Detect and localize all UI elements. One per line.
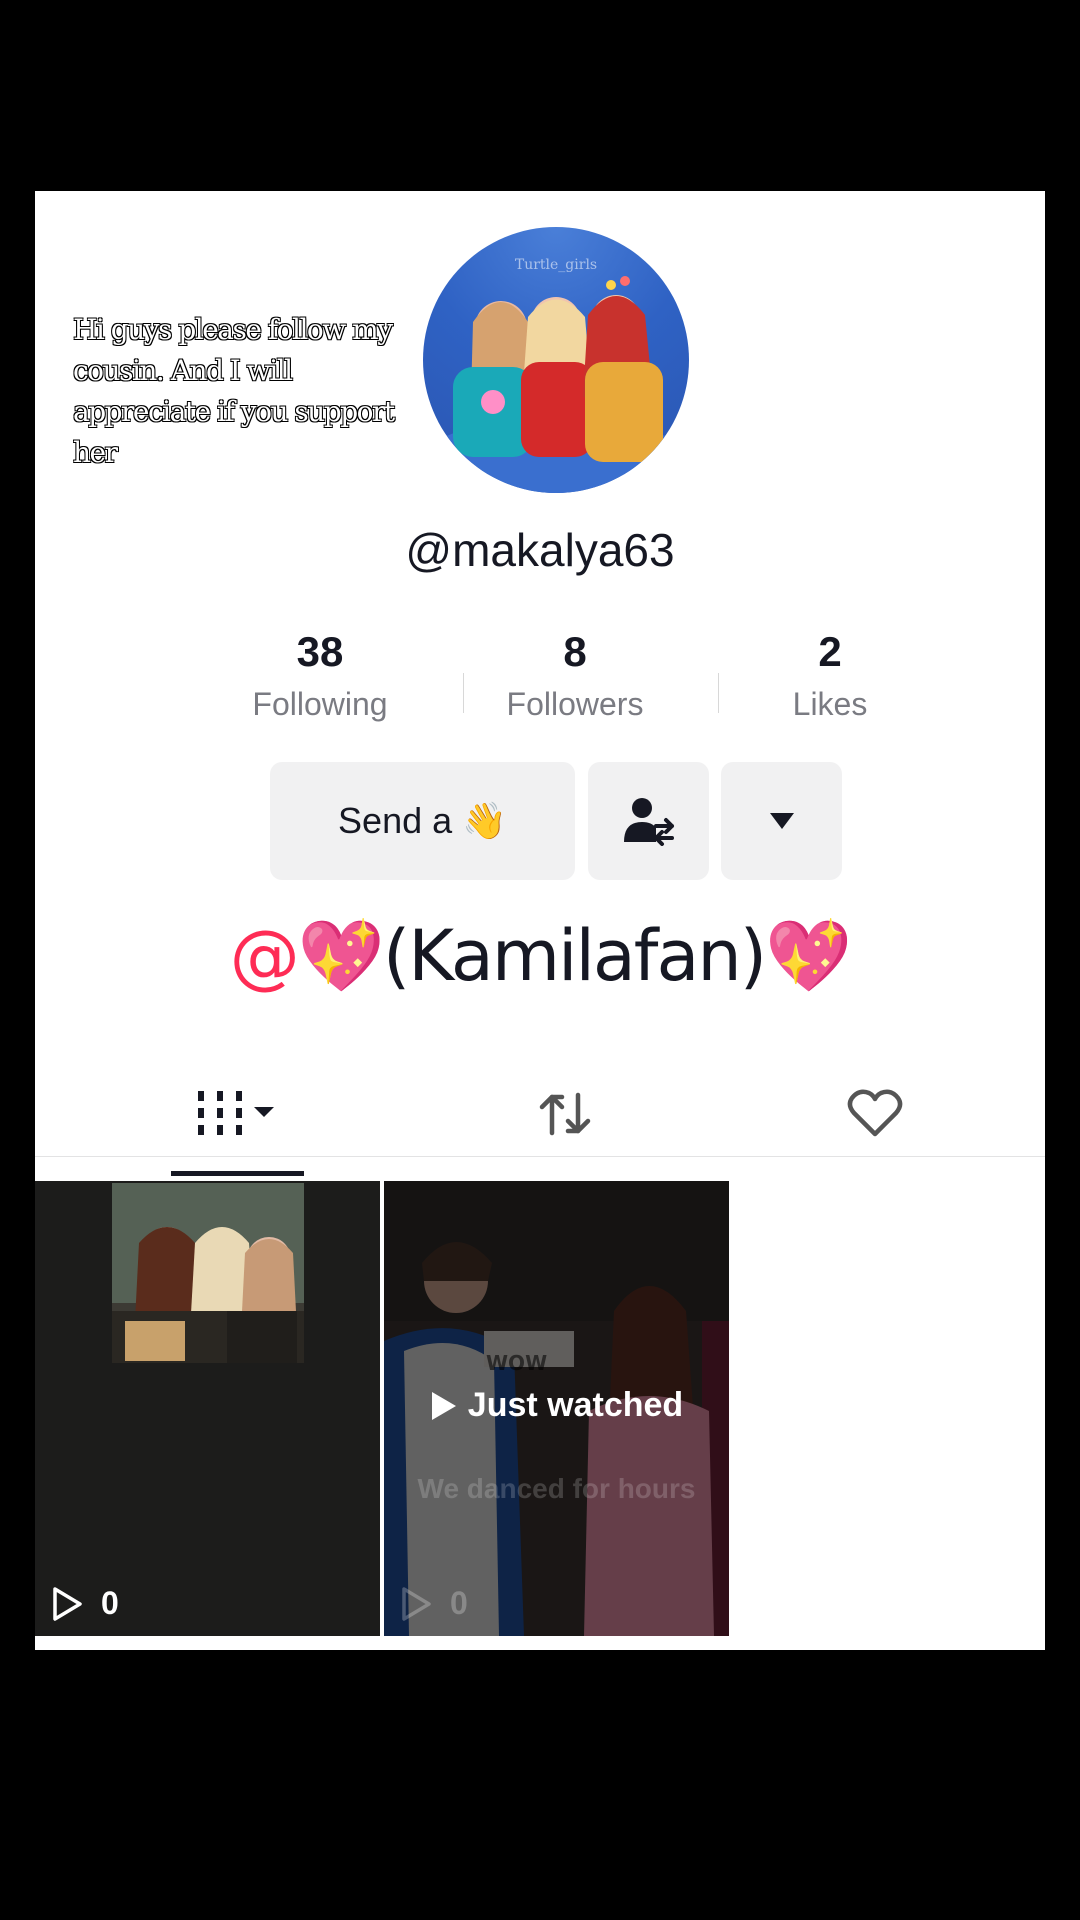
likes-count: 2 [818, 628, 842, 675]
stats-row: 38 Following 8 Followers 2 Likes [215, 628, 867, 738]
stat-divider [463, 673, 464, 713]
send-wave-button[interactable]: Send a 👋 [270, 762, 575, 880]
video-thumbnail[interactable]: WOW Just watched We danced for hours 0 [384, 1181, 729, 1636]
video-caption: We danced for hours [417, 1473, 696, 1504]
play-outline-icon [402, 1586, 431, 1621]
view-count: 0 [51, 1585, 119, 1622]
profile-tabs [35, 1071, 1045, 1157]
tab-liked[interactable] [815, 1071, 935, 1156]
heart-outline-icon [847, 1089, 903, 1136]
bio-text: (Kamilafan) [382, 915, 767, 997]
likes-label: Likes [792, 686, 868, 722]
suggested-accounts-button[interactable] [588, 762, 709, 880]
caret-down-icon [769, 813, 794, 829]
person-swap-icon [623, 798, 674, 846]
following-label: Following [252, 686, 388, 722]
stat-likes[interactable]: 2 Likes [725, 628, 935, 723]
bio-at: @ [229, 915, 300, 997]
video-thumbnail-image [35, 1181, 380, 1636]
videos-grid-icon [197, 1090, 274, 1135]
sparkling-heart-icon: 💖 [765, 915, 852, 997]
repost-icon [539, 1092, 591, 1135]
send-wave-label: Send a 👋 [338, 800, 507, 841]
stat-divider [718, 673, 719, 713]
stat-followers[interactable]: 8 Followers [470, 628, 680, 723]
play-filled-icon [431, 1391, 456, 1420]
bio: @💖(Kamilafan)💖 [35, 915, 1045, 998]
profile-card: Hi guys please follow my cousin. And I w… [35, 191, 1045, 1650]
following-count: 38 [296, 628, 344, 675]
sparkling-heart-icon: 💖 [297, 915, 385, 997]
video-thumbnail[interactable]: 0 [35, 1181, 380, 1636]
view-count-value: 0 [101, 1585, 119, 1621]
active-tab-indicator [171, 1171, 304, 1176]
overlay-caption: Hi guys please follow my cousin. And I w… [72, 312, 395, 469]
view-count-value: 0 [450, 1585, 468, 1621]
followers-label: Followers [506, 686, 644, 722]
more-options-button[interactable] [721, 762, 842, 880]
just-watched-text: Just watched [467, 1386, 684, 1424]
tab-videos[interactable] [171, 1071, 304, 1156]
view-count: 0 [400, 1585, 468, 1622]
tab-reposts[interactable] [505, 1071, 625, 1156]
play-outline-icon [53, 1586, 82, 1621]
followers-count: 8 [563, 628, 587, 675]
just-watched-label: Just watched [384, 1386, 729, 1425]
avatar[interactable]: Turtle_girls [423, 227, 689, 493]
avatar-photo [423, 276, 689, 493]
username: @makalya63 [405, 524, 675, 576]
stat-following[interactable]: 38 Following [215, 628, 425, 723]
sign-text: WOW [486, 1351, 548, 1375]
